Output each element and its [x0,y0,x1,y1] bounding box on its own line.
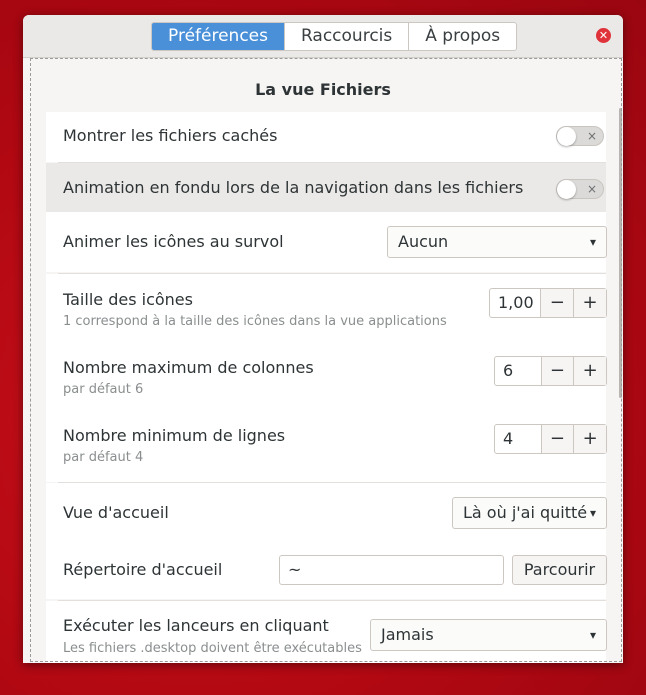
min-rows-row: Nombre minimum de lignes par défaut 4 4 … [46,410,607,482]
min-rows-value[interactable]: 4 [495,425,541,453]
home-view-combo[interactable]: Là où j'ai quitté ▾ [452,497,607,529]
switch-knob [557,180,576,199]
hidden-files-label: Montrer les fichiers cachés [63,126,278,145]
home-view-row: Vue d'accueil Là où j'ai quitté ▾ [46,483,607,541]
icon-size-row: Taille des icônes 1 correspond à la tail… [46,274,607,342]
min-rows-label: Nombre minimum de lignes [63,426,286,445]
fade-animation-switch[interactable]: × [556,179,604,199]
launchers-label: Exécuter les lanceurs en cliquant [63,616,329,635]
fade-animation-label: Animation en fondu lors de la navigation… [63,178,524,197]
min-rows-hint: par défaut 4 [63,450,144,465]
increase-button[interactable]: + [573,425,607,453]
header-bar: Préférences Raccourcis À propos ✕ [23,15,623,58]
icon-size-spinner: 1,00 − + [489,288,607,318]
preferences-content: La vue Fichiers Montrer les fichiers cac… [23,58,623,663]
max-columns-value[interactable]: 6 [495,357,541,385]
chevron-down-icon: ▾ [589,506,596,520]
max-columns-spinner: 6 − + [494,356,607,386]
browse-button[interactable]: Parcourir [512,555,607,585]
tab-about[interactable]: À propos [408,23,516,50]
home-view-value: Là où j'ai quitté [463,503,588,522]
hidden-files-row: Montrer les fichiers cachés × [46,112,606,162]
home-directory-input[interactable]: ~ [279,555,504,585]
section-title: La vue Fichiers [255,80,391,99]
switch-knob [557,127,576,146]
hover-animation-combo[interactable]: Aucun ▾ [387,226,607,258]
home-directory-row: Répertoire d'accueil ~ Parcourir [46,541,607,599]
increase-button[interactable]: + [573,289,606,317]
increase-button[interactable]: + [573,357,607,385]
tab-preferences[interactable]: Préférences [152,23,284,50]
icon-size-hint: 1 correspond à la taille des icônes dans… [63,314,447,329]
launchers-row: Exécuter les lanceurs en cliquant Les fi… [46,601,607,663]
icon-size-value[interactable]: 1,00 [490,289,540,317]
min-rows-spinner: 4 − + [494,424,607,454]
max-columns-row: Nombre maximum de colonnes par défaut 6 … [46,342,607,410]
switch-off-icon: × [586,182,597,196]
scrollbar[interactable] [619,108,622,398]
preferences-window: Préférences Raccourcis À propos ✕ La vue… [23,15,623,663]
launchers-combo[interactable]: Jamais ▾ [370,619,607,651]
icon-size-label: Taille des icônes [63,290,193,309]
decrease-button[interactable]: − [540,425,574,453]
chevron-down-icon: ▾ [589,235,596,249]
hover-animation-value: Aucun [398,232,449,251]
launchers-value: Jamais [381,625,434,644]
fade-animation-row: Animation en fondu lors de la navigation… [46,163,606,212]
home-directory-label: Répertoire d'accueil [63,560,223,579]
max-columns-hint: par défaut 6 [63,382,144,397]
decrease-button[interactable]: − [540,289,574,317]
max-columns-label: Nombre maximum de colonnes [63,358,314,377]
chevron-down-icon: ▾ [589,628,596,642]
home-view-label: Vue d'accueil [63,503,169,522]
close-icon[interactable]: ✕ [596,28,611,43]
tab-shortcuts[interactable]: Raccourcis [283,23,408,50]
launchers-hint: Les fichiers .desktop doivent être exécu… [63,641,362,656]
switch-off-icon: × [586,129,597,143]
hidden-files-switch[interactable]: × [556,126,604,146]
hover-animation-row: Animer les icônes au survol Aucun ▾ [46,212,607,272]
tab-switcher: Préférences Raccourcis À propos [151,22,518,51]
decrease-button[interactable]: − [540,357,574,385]
hover-animation-label: Animer les icônes au survol [63,232,284,251]
